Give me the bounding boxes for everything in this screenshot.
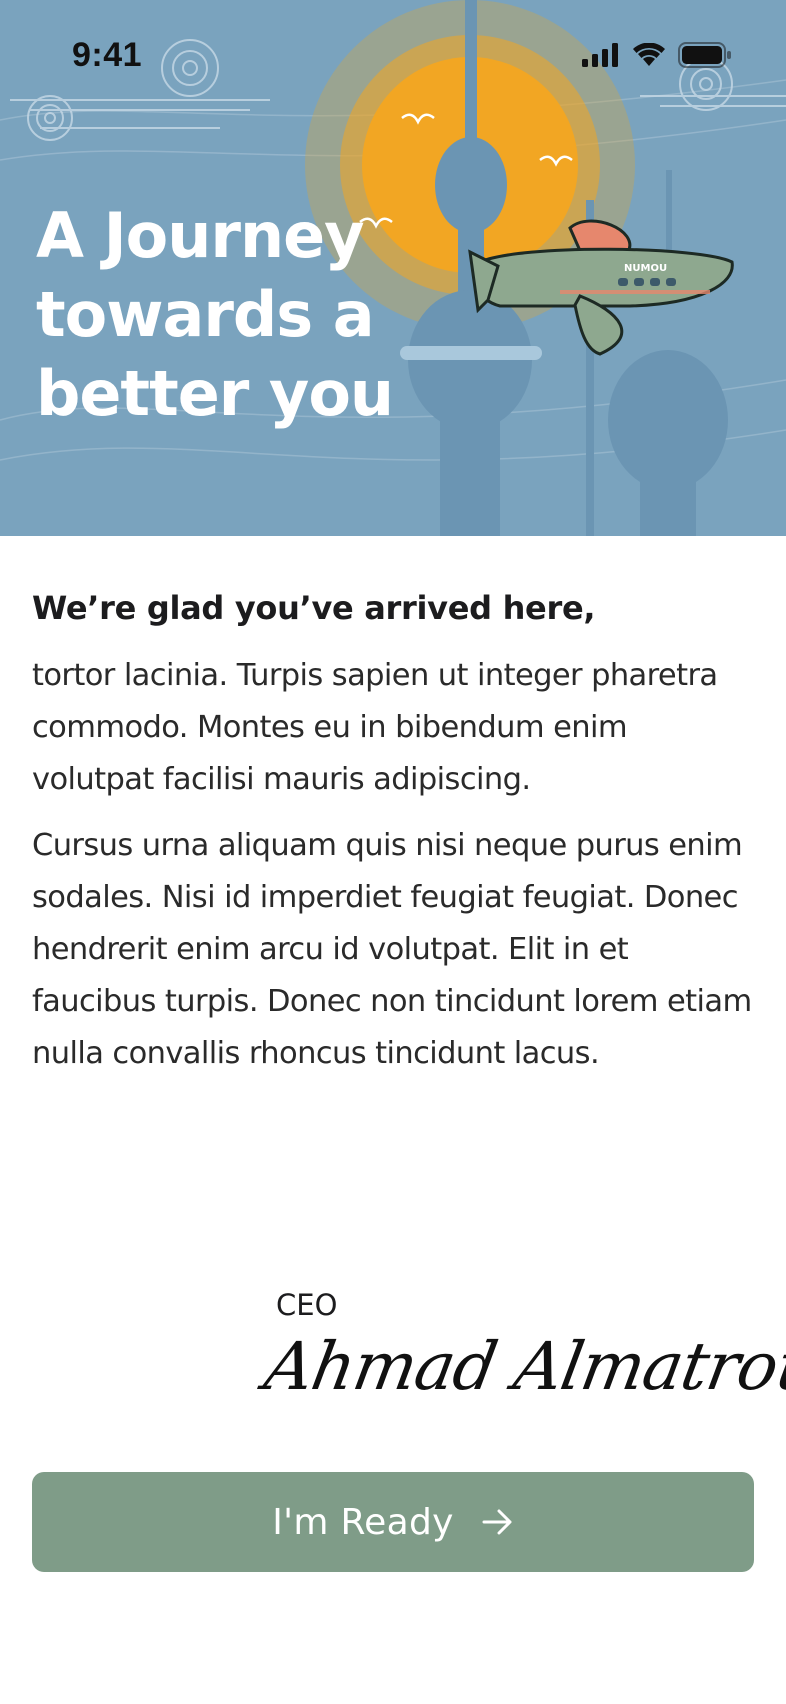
hero-title-line: towards a [36,278,375,351]
status-time: 9:41 [72,36,143,74]
hero-title-line: A Journey [36,199,365,272]
hero-title: A Journey towards a better you [36,196,456,433]
ceo-signature: Ahmad Almatrouk [259,1328,786,1405]
welcome-paragraph: tortor lacinia. Turpis sapien ut integer… [32,658,718,797]
plane-logo-text: NUMOU [624,263,667,274]
greeting-heading: We’re glad you’ve arrived here, [32,589,596,627]
signal-icon [582,43,618,67]
arrow-right-icon [482,1509,512,1535]
battery-icon [678,42,731,68]
status-bar: 9:41 [0,0,786,110]
hero-title-line: better you [36,357,394,430]
im-ready-button[interactable]: I'm Ready [32,1472,754,1572]
status-icons [582,42,732,68]
welcome-message: We’re glad you’ve arrived here, tortor l… [32,586,756,1094]
im-ready-label: I'm Ready [272,1501,454,1543]
welcome-paragraph: Cursus urna aliquam quis nisi neque puru… [32,828,752,1071]
wifi-icon [633,43,665,66]
signature-role: CEO [276,1288,338,1322]
hero-banner: NUMOU 9:41 A Journey towards a better yo… [0,0,786,536]
